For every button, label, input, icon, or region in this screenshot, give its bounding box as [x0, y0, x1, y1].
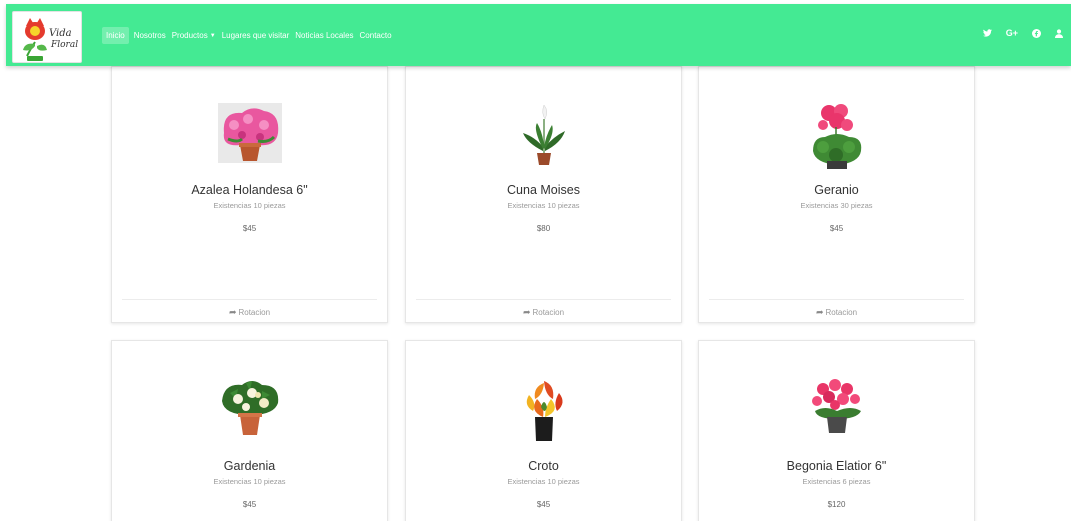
product-card[interactable]: Geranio Existencias 30 piezas $45 ➦ Rotac…	[698, 66, 975, 323]
nav-menu: Inicio Nosotros Productos ▼ Lugares que v…	[102, 25, 395, 45]
product-image	[699, 377, 974, 441]
cuna-moises-image	[522, 104, 565, 165]
rotate-button[interactable]: ➦ Rotacion	[699, 307, 974, 318]
vida-floral-logo: Vida Floral	[23, 18, 78, 61]
geranio-image	[812, 104, 861, 169]
rotate-button[interactable]: ➦ Rotacion	[406, 307, 681, 318]
product-stock: Existencias 10 piezas	[213, 201, 286, 210]
product-image	[699, 103, 974, 169]
product-image	[406, 103, 681, 167]
nav-item-inicio[interactable]: Inicio	[102, 26, 129, 44]
product-stock: Existencias 10 piezas	[213, 477, 286, 486]
product-name: Geranio	[814, 183, 859, 197]
product-image	[406, 377, 681, 441]
brand-logo[interactable]: Vida Floral	[12, 11, 82, 63]
croto-image	[526, 381, 563, 441]
product-image	[112, 377, 387, 441]
card-divider	[122, 299, 377, 300]
nav-item-lugares[interactable]: Lugares que visitar	[219, 27, 293, 44]
caret-down-icon: ▼	[209, 32, 216, 39]
rotate-label: Rotacion	[825, 308, 858, 317]
nav-item-noticias[interactable]: Noticias Locales	[292, 27, 356, 44]
product-stock: Existencias 6 piezas	[802, 477, 871, 486]
product-card[interactable]: Croto Existencias 10 piezas $45	[405, 340, 682, 521]
product-price: $45	[829, 224, 844, 233]
product-name: Azalea Holandesa 6"	[191, 183, 308, 197]
product-name: Gardenia	[223, 459, 276, 473]
product-stock: Existencias 30 piezas	[800, 201, 873, 210]
product-card[interactable]: Gardenia Existencias 10 piezas $45	[111, 340, 388, 521]
twitter-icon[interactable]	[982, 29, 992, 37]
nav-item-nosotros[interactable]: Nosotros	[131, 27, 169, 44]
product-stock: Existencias 10 piezas	[507, 477, 580, 486]
begonia-image	[811, 379, 861, 433]
card-divider	[416, 299, 671, 300]
share-arrow-icon: ➦	[228, 307, 237, 317]
product-card[interactable]: Cuna Moises Existencias 10 piezas $80 ➦ R…	[405, 66, 682, 323]
product-price: $120	[827, 500, 846, 509]
product-name: Croto	[528, 459, 559, 473]
product-price: $45	[242, 224, 257, 233]
share-arrow-icon: ➦	[815, 307, 824, 317]
facebook-icon[interactable]	[1032, 28, 1041, 38]
product-price: $45	[536, 500, 551, 509]
share-arrow-icon: ➦	[522, 307, 531, 317]
rotate-label: Rotacion	[532, 308, 565, 317]
product-stock: Existencias 10 piezas	[507, 201, 580, 210]
google-plus-icon[interactable]: G+	[1006, 28, 1018, 38]
nav-item-productos[interactable]: Productos ▼	[169, 27, 219, 44]
azalea-image	[217, 103, 282, 163]
product-name: Cuna Moises	[507, 183, 580, 197]
navbar: Vida Floral Inicio Nosotros Productos ▼ L…	[6, 4, 1071, 66]
nav-item-contacto[interactable]: Contacto	[357, 27, 395, 44]
nav-item-productos-label: Productos	[171, 30, 208, 40]
product-price: $45	[242, 500, 257, 509]
logo-text-2: Floral	[50, 40, 78, 50]
gardenia-image	[221, 381, 278, 435]
product-image	[112, 103, 387, 167]
product-price: $80	[536, 224, 551, 233]
social-icons: G+	[969, 28, 1063, 38]
logo-text-1: Vida	[49, 28, 72, 39]
product-card[interactable]: Azalea Holandesa 6" Existencias 10 pieza…	[111, 66, 388, 323]
user-icon[interactable]	[1055, 28, 1063, 38]
rotate-label: Rotacion	[238, 308, 271, 317]
rotate-button[interactable]: ➦ Rotacion	[112, 307, 387, 318]
product-name: Begonia Elatior 6"	[786, 459, 887, 473]
card-divider	[709, 299, 964, 300]
product-card[interactable]: Begonia Elatior 6" Existencias 6 piezas …	[698, 340, 975, 521]
